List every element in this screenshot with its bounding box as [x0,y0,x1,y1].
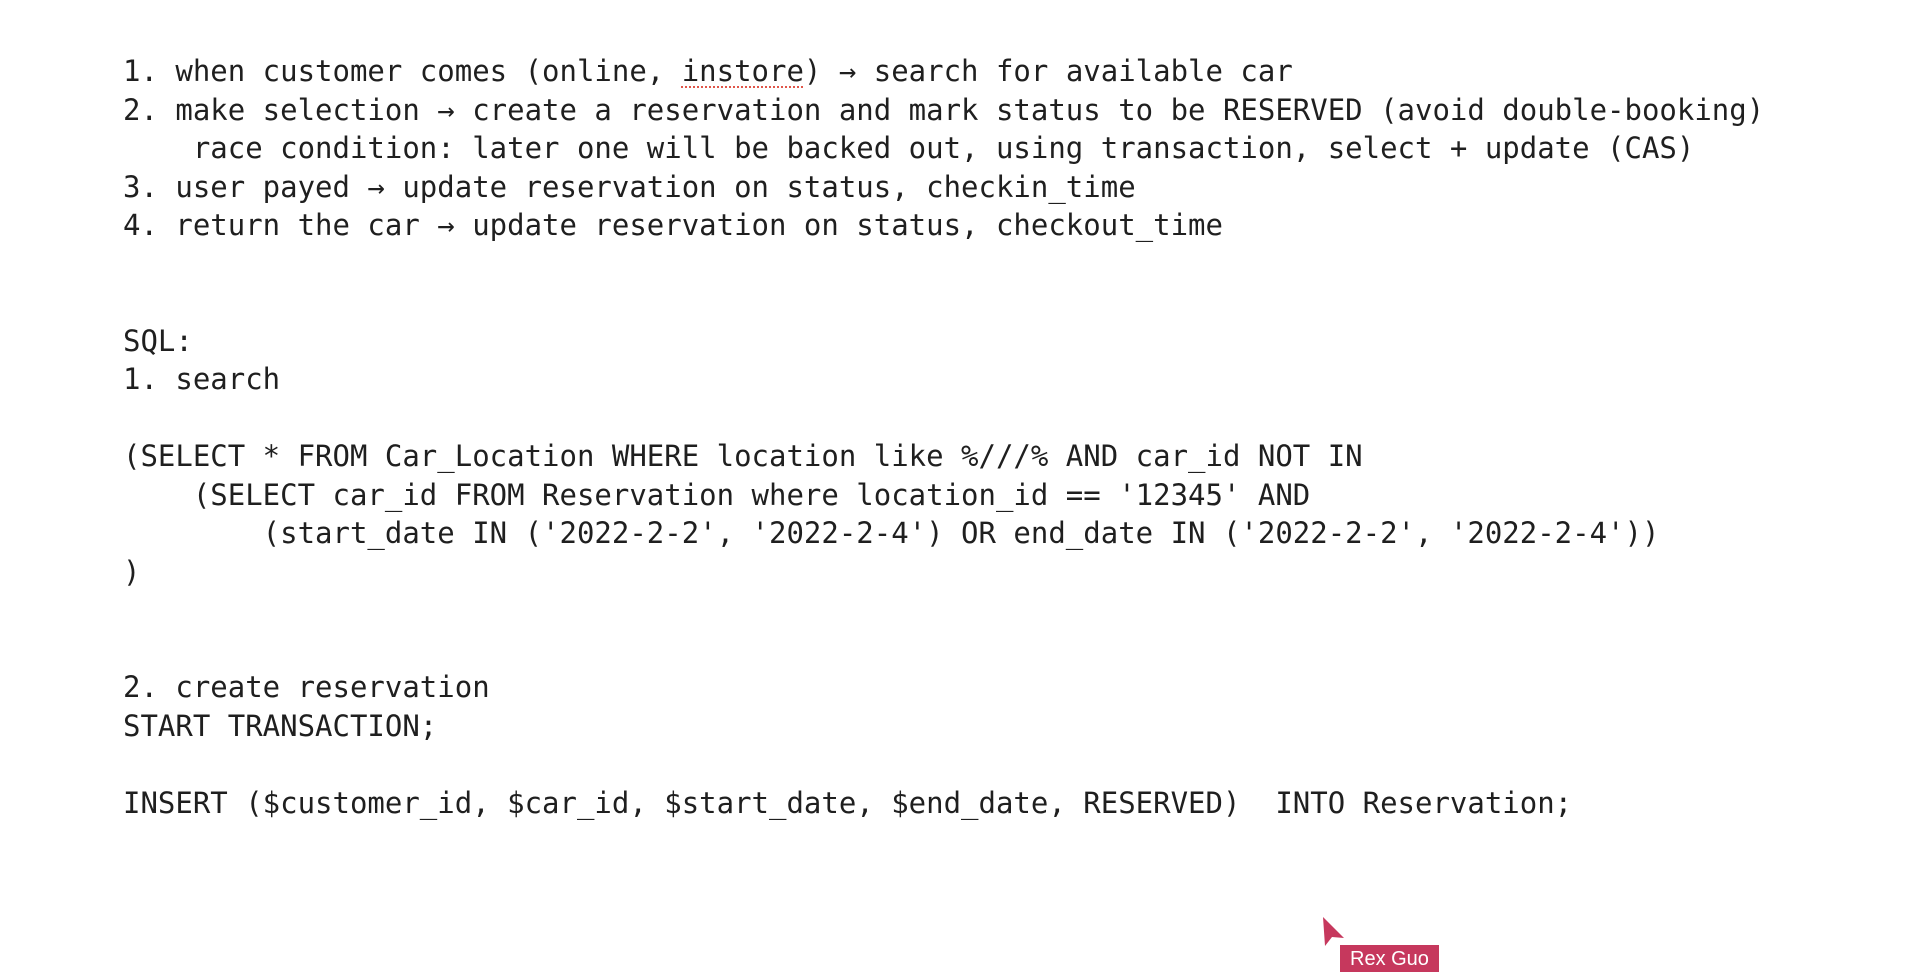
document-line[interactable] [123,283,1913,322]
document-line[interactable]: 4. return the car → update reservation o… [123,206,1913,245]
document-line[interactable] [123,591,1913,630]
document-line[interactable] [123,245,1913,284]
document-line[interactable]: race condition: later one will be backed… [123,129,1913,168]
document-line[interactable]: 1. when customer comes (online, instore)… [123,52,1913,91]
document-line[interactable]: 2. create reservation [123,668,1913,707]
document-line[interactable] [123,399,1913,438]
document-line[interactable]: 3. user payed → update reservation on st… [123,168,1913,207]
document-line[interactable]: (SELECT * FROM Car_Location WHERE locati… [123,437,1913,476]
document-line[interactable]: SQL: [123,322,1913,361]
document-line[interactable]: ) [123,553,1913,592]
line-text: 1. when customer comes (online, [123,54,682,88]
document-line[interactable] [123,630,1913,669]
document-line[interactable]: 1. search [123,360,1913,399]
document-line[interactable]: (SELECT car_id FROM Reservation where lo… [123,476,1913,515]
document-line[interactable]: START TRANSACTION; [123,707,1913,746]
document-line[interactable]: 2. make selection → create a reservation… [123,91,1913,130]
document-line[interactable]: INSERT ($customer_id, $car_id, $start_da… [123,784,1913,823]
line-text: ) → search for available car [803,54,1293,88]
misspelled-word[interactable]: instore [682,54,804,88]
document-line[interactable]: (start_date IN ('2022-2-2', '2022-2-4') … [123,514,1913,553]
document-line[interactable] [123,745,1913,784]
document-body[interactable]: 1. when customer comes (online, instore)… [123,52,1913,822]
collaborator-name-tag: Rex Guo [1340,945,1439,972]
